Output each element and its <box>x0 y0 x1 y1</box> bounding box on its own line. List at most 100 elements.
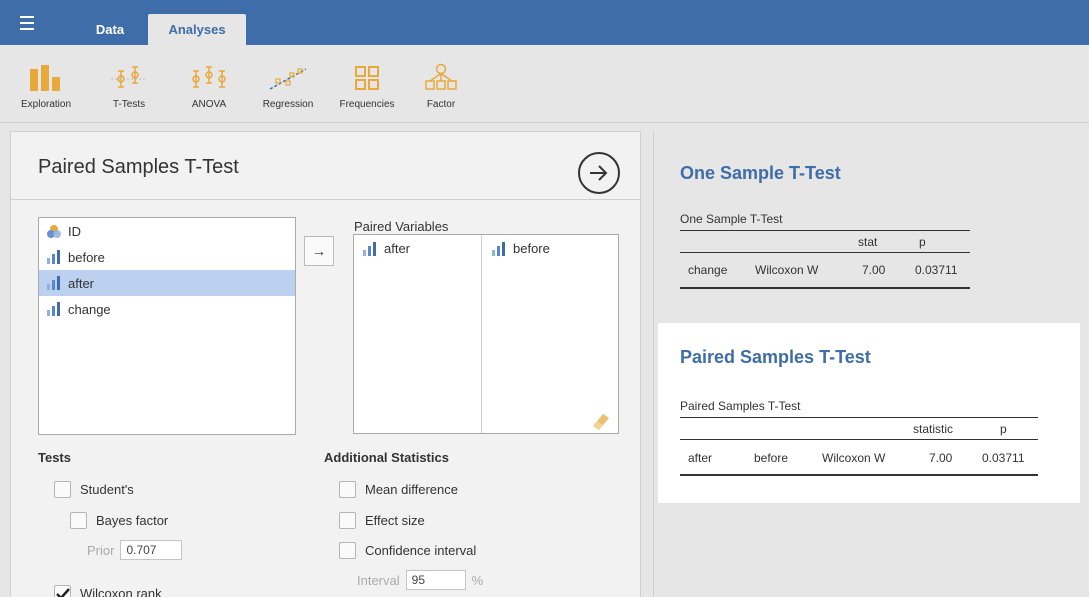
confidence-interval-checkbox[interactable] <box>339 542 356 559</box>
factor-icon <box>421 55 461 91</box>
effect-size-checkbox[interactable] <box>339 512 356 529</box>
row-p-value: 0.03711 <box>982 451 1025 465</box>
wilcoxon-checkbox[interactable] <box>54 585 71 597</box>
variable-item-before[interactable]: before <box>39 244 295 270</box>
continuous-variable-icon <box>46 250 62 264</box>
header-statistic: statistic <box>913 422 954 436</box>
header-p: p <box>919 235 926 249</box>
mean-difference-checkbox[interactable] <box>339 481 356 498</box>
frequencies-label: Frequencies <box>339 99 395 110</box>
paired-title: Paired Samples T-Test <box>680 347 871 367</box>
title-divider <box>11 199 640 200</box>
t-tests-label: T-Tests <box>112 99 146 110</box>
t-tests-button[interactable]: T-Tests <box>104 55 154 110</box>
anova-button[interactable]: ANOVA <box>186 55 232 110</box>
variable-list[interactable]: ID before after change <box>38 217 296 435</box>
row-variable: change <box>688 263 728 277</box>
confidence-interval-label: Confidence interval <box>365 543 477 558</box>
row-first-variable: after <box>688 451 713 465</box>
variable-name: ID <box>68 223 81 239</box>
analysis-ribbon: Exploration T-Tests ANOVA Regression Fre… <box>0 45 1089 123</box>
header-stat: stat <box>858 235 878 249</box>
row-statistic: 7.00 <box>862 263 886 277</box>
row-test: Wilcoxon W <box>755 263 819 277</box>
row-second-variable: before <box>754 451 789 465</box>
one-sample-table-title: One Sample T-Test <box>680 212 783 226</box>
arrow-right-icon <box>590 165 608 181</box>
header-p: p <box>1000 422 1007 436</box>
move-variable-button[interactable]: → <box>304 236 334 266</box>
variable-item-change[interactable]: change <box>39 296 295 322</box>
interval-label: Interval <box>357 572 400 588</box>
exploration-label: Exploration <box>20 99 72 110</box>
run-arrow-button[interactable] <box>578 152 620 194</box>
tab-data[interactable]: Data <box>80 14 140 45</box>
students-checkbox[interactable] <box>54 481 71 498</box>
hamburger-menu-icon[interactable] <box>18 12 42 32</box>
factor-label: Factor <box>426 99 456 110</box>
table-rule <box>680 252 970 253</box>
pair-column-divider <box>481 235 482 433</box>
top-bar: Data Analyses <box>0 0 1089 45</box>
one-sample-title: One Sample T-Test <box>680 163 841 183</box>
frequencies-icon <box>333 55 401 91</box>
continuous-variable-icon <box>46 302 62 316</box>
regression-icon <box>256 55 320 91</box>
interval-input[interactable] <box>405 570 466 590</box>
nominal-variable-icon <box>46 224 62 238</box>
effect-size-label: Effect size <box>365 513 425 528</box>
variable-name: after <box>384 241 411 256</box>
variable-name: before <box>68 249 105 265</box>
mean-difference-label: Mean difference <box>365 482 458 497</box>
variable-item-after[interactable]: after <box>39 270 295 296</box>
wilcoxon-option[interactable]: Wilcoxon rank <box>54 585 162 597</box>
variable-item-id[interactable]: ID <box>39 218 295 244</box>
confidence-interval-option[interactable]: Confidence interval <box>339 542 476 559</box>
anova-icon <box>186 55 232 91</box>
mean-difference-option[interactable]: Mean difference <box>339 481 458 498</box>
paired-results-table: statistic p after before Wilcoxon W 7.00… <box>680 417 1038 477</box>
bayes-factor-checkbox[interactable] <box>70 512 87 529</box>
options-title: Paired Samples T-Test <box>38 156 239 178</box>
paired-first-variable[interactable]: after <box>362 241 410 256</box>
students-option[interactable]: Student's <box>54 481 134 498</box>
variable-name: change <box>68 301 111 317</box>
interval-row: Interval % <box>357 570 483 590</box>
prior-row: Prior <box>87 540 183 560</box>
row-statistic: 7.00 <box>929 451 953 465</box>
tests-heading: Tests <box>38 450 71 465</box>
variable-name: before <box>513 241 550 256</box>
eraser-icon[interactable] <box>589 412 611 433</box>
wilcoxon-label: Wilcoxon rank <box>80 586 162 597</box>
paired-second-variable[interactable]: before <box>491 241 550 256</box>
regression-label: Regression <box>262 99 314 110</box>
table-rule <box>680 287 970 289</box>
effect-size-option[interactable]: Effect size <box>339 512 425 529</box>
row-p-value: 0.03711 <box>915 263 958 277</box>
regression-button[interactable]: Regression <box>256 55 320 110</box>
tab-analyses[interactable]: Analyses <box>148 14 246 45</box>
prior-label: Prior <box>87 542 115 558</box>
continuous-variable-icon <box>362 241 378 256</box>
paired-variables-box[interactable]: after before <box>353 234 619 434</box>
prior-input[interactable] <box>120 540 183 560</box>
row-test: Wilcoxon W <box>822 451 886 465</box>
continuous-variable-icon <box>46 276 62 290</box>
anova-label: ANOVA <box>191 99 227 110</box>
additional-statistics-heading: Additional Statistics <box>324 450 449 465</box>
options-panel: Paired Samples T-Test ID before after ch… <box>10 131 641 597</box>
checkmark-icon <box>55 587 70 597</box>
bayes-factor-label: Bayes factor <box>96 513 169 528</box>
bayes-factor-option[interactable]: Bayes factor <box>70 512 168 529</box>
percent-label: % <box>471 572 484 588</box>
paired-table-title: Paired Samples T-Test <box>680 399 801 413</box>
table-rule <box>680 474 1038 476</box>
factor-button[interactable]: Factor <box>421 55 461 110</box>
one-sample-results-table: stat p change Wilcoxon W 7.00 0.03711 <box>680 230 970 290</box>
table-rule <box>680 230 970 231</box>
students-label: Student's <box>80 482 134 497</box>
frequencies-button[interactable]: Frequencies <box>333 55 401 110</box>
exploration-button[interactable]: Exploration <box>14 55 78 110</box>
table-rule <box>680 439 1038 440</box>
paired-variables-label: Paired Variables <box>354 219 449 234</box>
